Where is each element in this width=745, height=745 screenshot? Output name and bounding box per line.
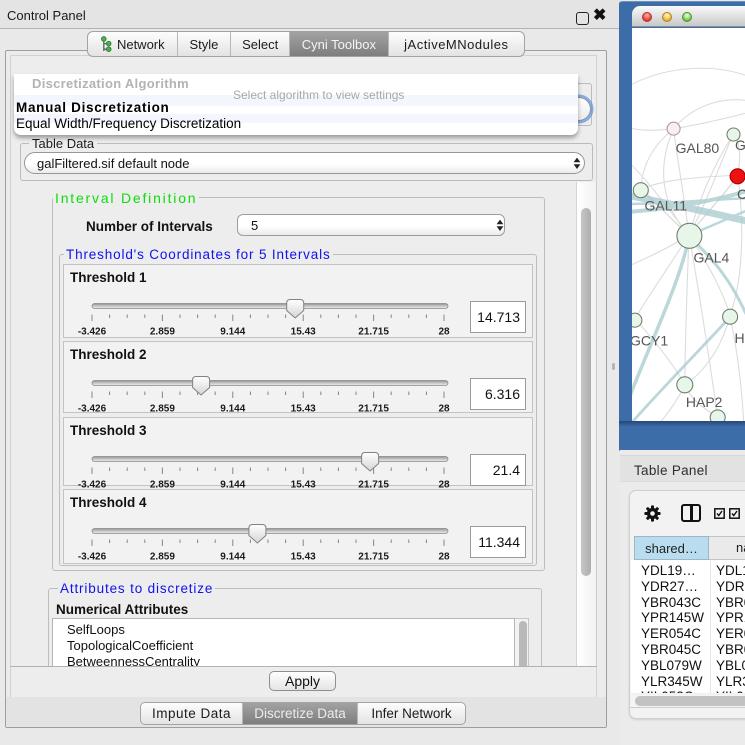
svg-text:GAL80: GAL80 (676, 140, 720, 156)
svg-text:9.144: 9.144 (220, 404, 245, 415)
svg-text:15.43: 15.43 (291, 552, 316, 563)
svg-text:2.859: 2.859 (150, 404, 175, 415)
svg-text:28: 28 (438, 404, 450, 415)
svg-text:2.859: 2.859 (150, 326, 175, 337)
svg-text:-3.426: -3.426 (78, 326, 107, 337)
svg-text:-3.426: -3.426 (78, 552, 107, 563)
svg-text:9.144: 9.144 (220, 326, 245, 337)
svg-text:15.43: 15.43 (291, 326, 316, 337)
svg-text:28: 28 (438, 326, 450, 337)
svg-text:21.715: 21.715 (358, 326, 389, 337)
svg-text:-3.426: -3.426 (78, 404, 107, 415)
svg-text:15.43: 15.43 (291, 404, 316, 415)
svg-text:HI: HI (735, 330, 745, 346)
svg-text:21.715: 21.715 (358, 552, 389, 563)
svg-text:21.715: 21.715 (358, 404, 389, 415)
svg-text:GCY1: GCY1 (632, 333, 668, 349)
svg-text:9.144: 9.144 (220, 552, 245, 563)
svg-text:HAP2: HAP2 (686, 394, 723, 410)
svg-text:CY: CY (737, 186, 745, 202)
svg-text:GA: GA (735, 137, 745, 153)
svg-text:28: 28 (438, 552, 450, 563)
svg-text:GAL4: GAL4 (694, 250, 730, 266)
svg-text:2.859: 2.859 (150, 552, 175, 563)
svg-text:GAL11: GAL11 (645, 198, 688, 214)
